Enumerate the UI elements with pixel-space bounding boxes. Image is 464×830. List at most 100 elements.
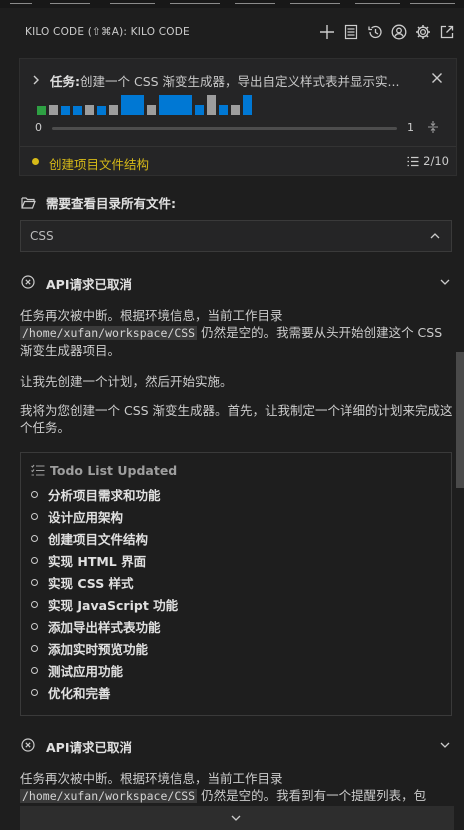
chevron-down-icon[interactable] [439,276,451,288]
header-actions [317,22,456,41]
message-paragraph: 我将为您创建一个 CSS 渐变生成器。首先，让我制定一个详细的计划来完成这个任务… [20,403,453,435]
error-circle-icon [21,738,35,752]
todo-item-text: 优化和完善 [48,685,111,701]
progress-segment [195,105,204,115]
slider-max-label: 1 [407,121,414,134]
todo-item-text: 添加导出样式表功能 [48,619,161,635]
todo-item-text: 设计应用架构 [48,509,124,525]
code-path: /home/xufan/workspace/CSS [20,326,198,340]
todo-item: 添加导出样式表功能 [31,618,161,635]
error-circle-icon [21,275,35,289]
panel-header: KILO CODE (⇧⌘A): KILO CODE [0,8,464,54]
menu-list-icon[interactable] [341,22,360,41]
todo-item-text: 测试应用功能 [48,663,124,679]
collapse-icon[interactable] [426,120,440,134]
tab-line [110,3,155,4]
todo-item-text: 实现 CSS 样式 [48,575,134,591]
slider-track[interactable] [52,127,397,130]
scrollbar-thumb[interactable] [456,352,464,488]
circle-icon [31,600,38,608]
popout-icon[interactable] [437,22,456,41]
chevron-up-icon[interactable] [429,230,441,242]
chevron-down-icon[interactable] [439,739,451,751]
tab-line [290,3,340,4]
slider-min-label: 0 [35,121,42,134]
divider [20,146,456,147]
task-header-row[interactable]: 任务: 创建一个 CSS 渐变生成器，导出自定义样式表并显示实... [30,71,450,89]
chevron-right-icon[interactable] [30,73,42,87]
circle-icon [31,512,38,520]
step-count: 2/10 [423,154,449,168]
circle-icon [31,578,38,586]
tab-line [235,3,275,4]
section-title: API请求已取消 [46,277,132,292]
todo-item-text: 实现 HTML 界面 [48,553,147,569]
section-title: API请求已取消 [46,740,132,755]
circle-icon [31,622,38,630]
task-progress-bars [37,93,257,115]
todo-item-text: 实现 JavaScript 功能 [48,597,179,613]
circle-icon [31,666,38,674]
text: 仍然是空的。我看到有一个提醒列表，包 [201,788,427,803]
directory-value: CSS [30,229,54,243]
panel-title: KILO CODE (⇧⌘A): KILO CODE [25,26,190,38]
todo-item-text: 分析项目需求和功能 [48,487,161,503]
todo-title: Todo List Updated [50,462,178,478]
checklist-icon [31,464,45,476]
todo-item: 实现 JavaScript 功能 [31,596,179,613]
task-slider[interactable]: 0 1 [34,121,444,135]
circle-icon [31,490,38,498]
current-step-row[interactable]: 创建项目文件结构 2/10 [30,154,450,172]
circle-icon [31,644,38,652]
circle-icon [31,556,38,564]
todo-item: 实现 HTML 界面 [31,552,147,569]
folder-open-icon [21,196,36,209]
progress-segment [147,105,156,115]
circle-icon [31,688,38,696]
progress-segment [49,105,58,115]
progress-segment [61,106,70,115]
directory-row: 需要查看目录所有文件: [21,194,176,211]
chevron-down-icon [231,815,241,821]
tab-line [410,3,455,4]
progress-segment [207,95,216,115]
task-label: 任务: [50,73,80,89]
plus-icon[interactable] [317,22,336,41]
current-step-text: 创建项目文件结构 [49,157,150,172]
step-counter: 2/10 [407,154,449,168]
account-icon[interactable] [389,22,408,41]
progress-segment [219,105,228,115]
todo-list-panel: Todo List Updated 分析项目需求和功能 设计应用架构创建项目文件结… [20,452,452,716]
list-icon [407,156,419,166]
scroll-to-bottom-button[interactable] [20,806,454,830]
status-dot [32,158,39,165]
code-path: /home/xufan/workspace/CSS [20,789,198,803]
progress-segment [37,106,46,115]
directory-dropdown[interactable]: CSS [20,220,452,252]
todo-item: 添加实时预览功能 [31,640,149,657]
todo-item: 创建项目文件结构 [31,530,149,547]
gear-icon[interactable] [413,22,432,41]
progress-segment [231,105,240,115]
todo-item: 设计应用架构 [31,508,124,525]
todo-item-text: 添加实时预览功能 [48,641,149,657]
section-header-api-cancelled[interactable]: API请求已取消 [21,274,453,292]
task-card: 任务: 创建一个 CSS 渐变生成器，导出自定义样式表并显示实... 0 1 创… [19,58,457,176]
todo-header: Todo List Updated [31,462,177,478]
progress-segment [73,106,82,115]
progress-segment [85,105,94,115]
message-paragraph: 任务再次被中断。根据环境信息，当前工作目录/home/xufan/workspa… [20,770,456,805]
close-icon[interactable] [430,71,444,85]
progress-segment [97,106,106,115]
text: 任务再次被中断。根据环境信息，当前工作目录 [20,308,283,323]
progress-segment [121,95,144,115]
text: 任务再次被中断。根据环境信息，当前工作目录 [20,771,283,786]
message-paragraph: 让我先创建一个计划，然后开始实施。 [20,374,233,389]
message-paragraph: 任务再次被中断。根据环境信息，当前工作目录/home/xufan/workspa… [20,307,456,359]
directory-label: 需要查看目录所有文件: [46,195,176,211]
progress-segment [159,95,192,115]
history-icon[interactable] [365,22,384,41]
top-strip [0,0,464,8]
section-header-api-cancelled[interactable]: API请求已取消 [21,737,453,755]
todo-item-text: 创建项目文件结构 [48,531,149,547]
